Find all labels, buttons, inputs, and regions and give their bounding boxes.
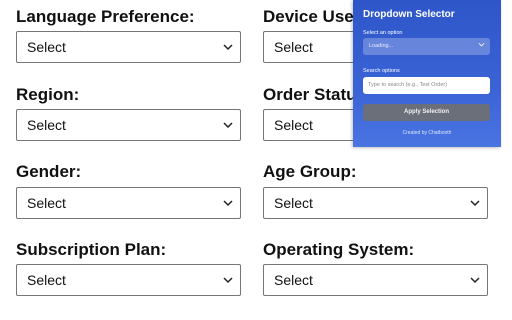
dropdown-selector-popup: Dropdown Selector Select an option Loadi… [353, 0, 501, 147]
subscription-plan-label: Subscription Plan: [16, 240, 167, 259]
chevron-down-icon [223, 277, 233, 284]
popup-title: Dropdown Selector [363, 9, 455, 20]
device-usage-label: Device Use [263, 7, 354, 26]
age-group-select[interactable]: Select [263, 187, 488, 219]
popup-footer: Created by Chatbooth [402, 130, 452, 136]
subscription-plan-select[interactable]: Select [16, 264, 241, 296]
age-group-label: Age Group: [263, 162, 357, 181]
chevron-down-icon [223, 44, 233, 51]
chevron-down-icon [470, 277, 480, 284]
operating-system-label: Operating System: [263, 240, 415, 259]
search-options-label: Search options [363, 68, 400, 74]
order-status-label: Order Statu [263, 85, 357, 104]
option-select-value: Loading... [369, 43, 394, 49]
gender-select[interactable]: Select [16, 187, 241, 219]
operating-system-value: Select [274, 272, 313, 288]
order-status-value: Select [274, 117, 313, 133]
option-select[interactable]: Loading... [363, 38, 490, 55]
gender-label: Gender: [16, 162, 82, 181]
apply-selection-button[interactable]: Apply Selection [363, 104, 490, 121]
chevron-down-icon [223, 200, 233, 207]
language-preference-select[interactable]: Select [16, 31, 241, 63]
language-preference-value: Select [27, 39, 66, 55]
gender-value: Select [27, 195, 66, 211]
age-group-value: Select [274, 195, 313, 211]
chevron-down-icon [223, 122, 233, 129]
region-select[interactable]: Select [16, 109, 241, 141]
region-label: Region: [16, 85, 80, 104]
language-preference-label: Language Preference: [16, 7, 195, 26]
chevron-down-icon [478, 42, 485, 47]
operating-system-select[interactable]: Select [263, 264, 488, 296]
device-usage-value: Select [274, 39, 313, 55]
select-option-label: Select an option [363, 30, 403, 36]
subscription-plan-value: Select [27, 272, 66, 288]
search-input[interactable]: Type to search (e.g., Test Order) [363, 77, 490, 94]
region-value: Select [27, 117, 66, 133]
chevron-down-icon [470, 200, 480, 207]
